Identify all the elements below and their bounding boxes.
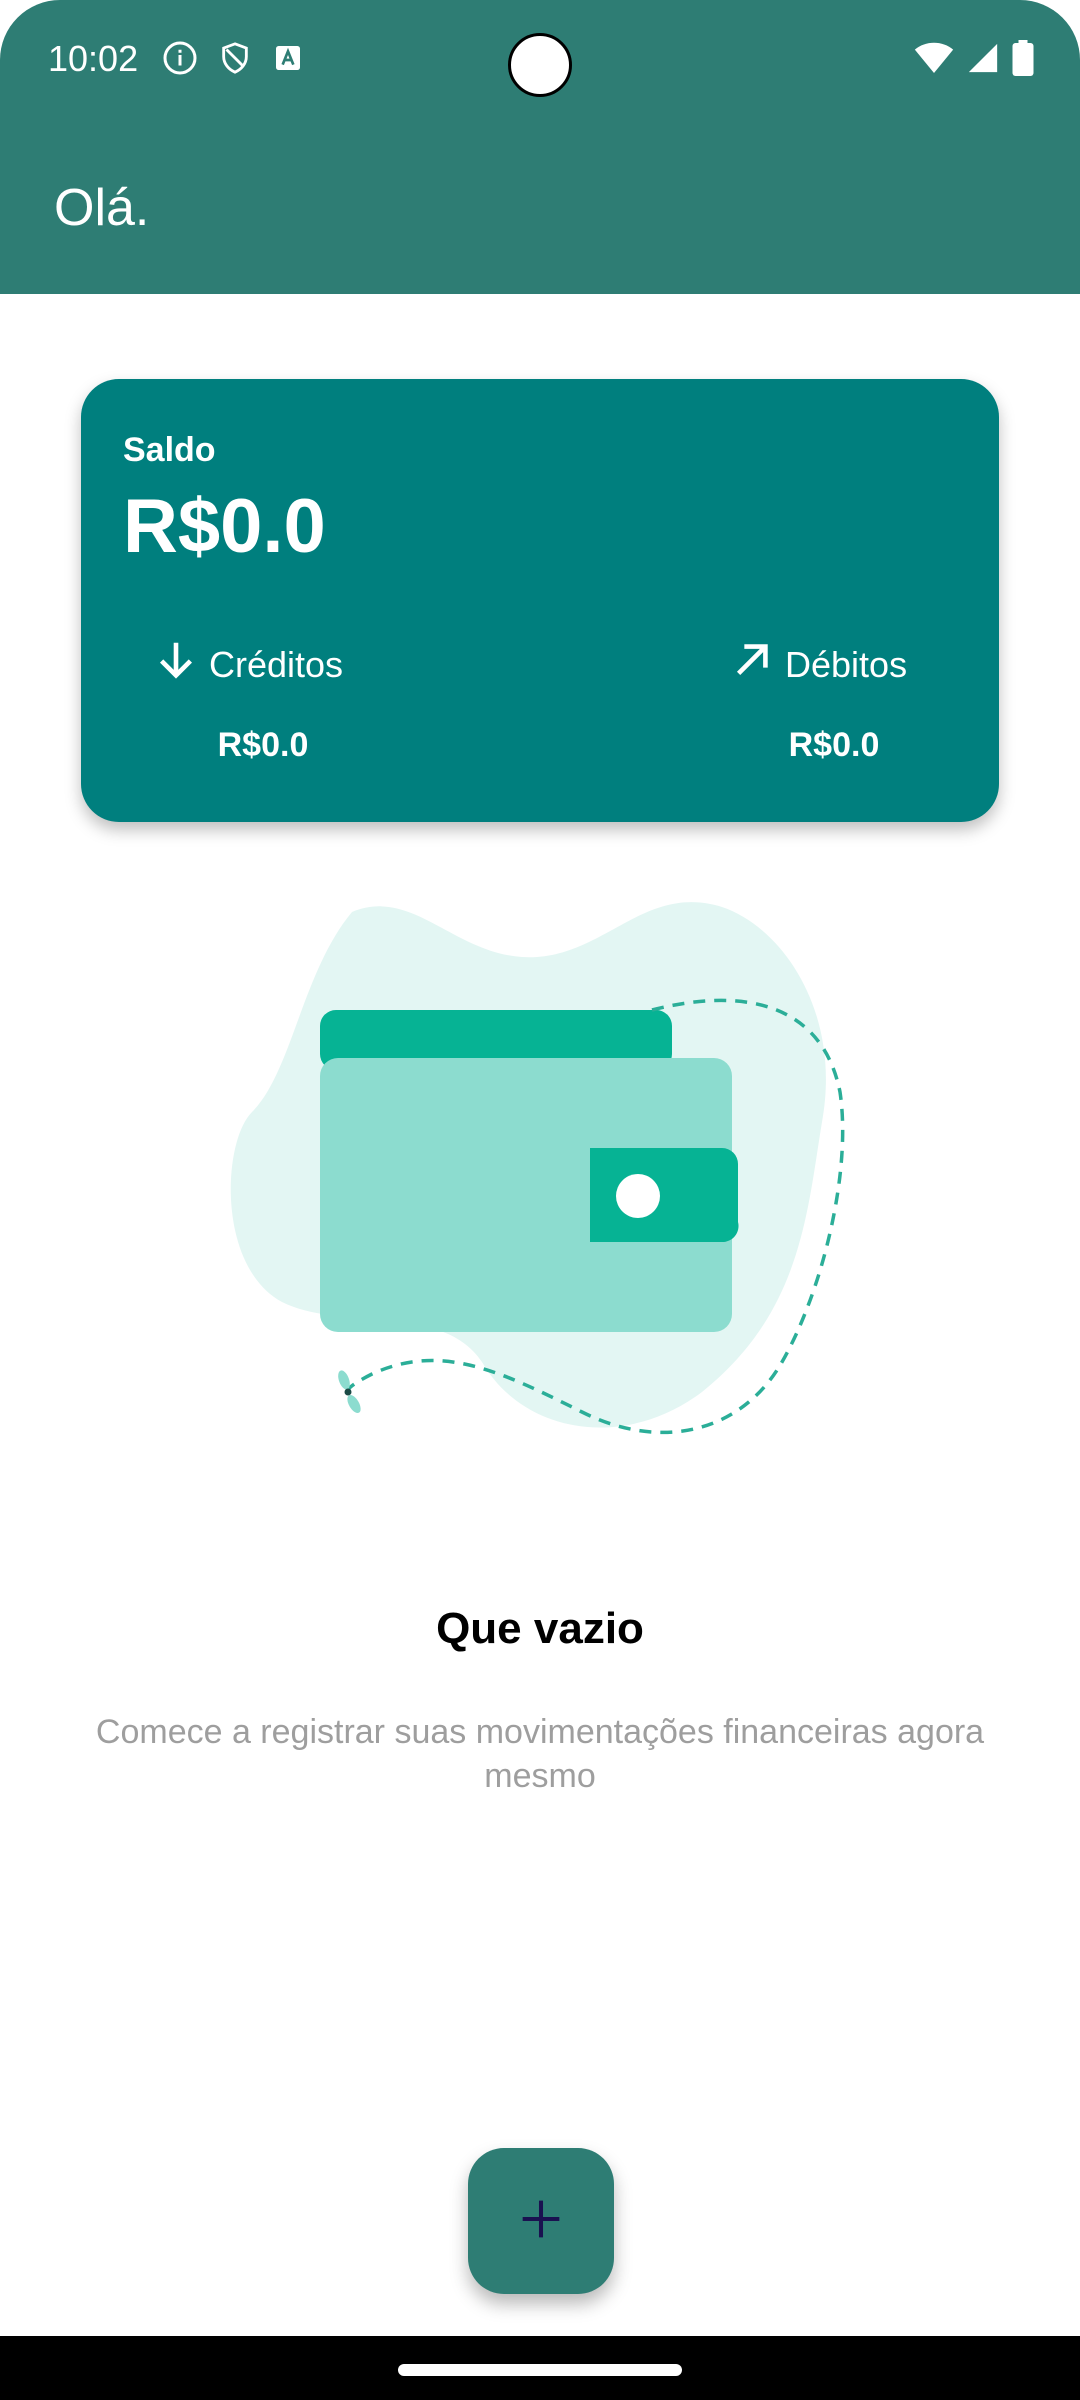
status-bar: 10:02 [0, 0, 1080, 120]
shield-icon [218, 40, 252, 76]
credits-label: Créditos [209, 643, 344, 685]
wallet-icon [230, 902, 845, 1434]
screen: 10:02 Olá. Saldo R$0.0 Créditos R$0.0 Dé… [0, 0, 1080, 2400]
debits-label: Débitos [785, 643, 908, 685]
arrow-down-icon [153, 637, 199, 692]
wifi-icon [914, 41, 954, 80]
add-transaction-button[interactable] [468, 2148, 614, 2294]
status-time: 10:02 [48, 38, 139, 79]
empty-state-subtitle: Comece a registrar suas movimentações fi… [95, 1713, 985, 1795]
debits-summary: Débitos R$0.0 [729, 637, 939, 765]
empty-state-title: Que vazio [436, 1604, 644, 1653]
balance-value: R$0.0 [123, 484, 326, 569]
status-icons-left [162, 40, 304, 76]
credits-summary: Créditos R$0.0 [153, 637, 373, 765]
cell-signal-icon [966, 41, 1000, 80]
text-a-icon [272, 42, 304, 74]
debits-value: R$0.0 [788, 726, 880, 764]
plus-icon [519, 2197, 563, 2246]
balance-card: Saldo R$0.0 Créditos R$0.0 Débitos R$0.0 [81, 379, 999, 822]
credits-value: R$0.0 [217, 726, 309, 764]
home-gesture-handle[interactable] [398, 2364, 682, 2376]
top-app-bar: 10:02 Olá. [0, 0, 1080, 294]
empty-wallet-illustration [222, 892, 862, 1462]
camera-cutout [508, 33, 572, 97]
status-icons-right [914, 40, 1034, 81]
page-title: Olá. [54, 179, 150, 237]
arrow-up-right-icon [729, 637, 775, 692]
battery-icon [1012, 40, 1034, 81]
system-navigation-bar [0, 2336, 1080, 2400]
info-icon [162, 40, 198, 76]
balance-label: Saldo [123, 431, 216, 469]
